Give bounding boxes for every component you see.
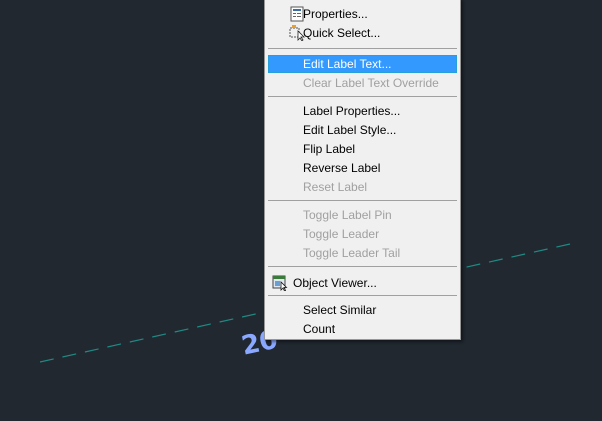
menu-item-label: Reset Label xyxy=(303,180,368,194)
menu-item-label: Toggle Label Pin xyxy=(303,208,392,222)
menu-item-label-properties[interactable]: Label Properties... xyxy=(268,102,457,120)
menu-item-object-viewer[interactable]: Object Viewer... xyxy=(268,274,457,292)
menu-item-select-similar[interactable]: Select Similar xyxy=(268,301,457,319)
menu-item-properties[interactable]: Properties... xyxy=(268,5,457,23)
menu-item-reset-label: Reset Label xyxy=(268,178,457,196)
menu-item-clear-label-text-override: Clear Label Text Override xyxy=(268,74,457,92)
menu-item-label: Toggle Leader Tail xyxy=(303,246,401,260)
menu-item-label: Object Viewer... xyxy=(293,276,377,290)
menu-item-toggle-label-pin: Toggle Label Pin xyxy=(268,206,457,224)
menu-item-label: Flip Label xyxy=(303,142,356,156)
menu-separator xyxy=(268,295,457,296)
menu-separator xyxy=(268,48,457,49)
menu-item-label: Edit Label Text... xyxy=(303,57,392,71)
menu-separator xyxy=(268,96,457,97)
menu-item-count[interactable]: Count xyxy=(268,320,457,338)
menu-item-reverse-label[interactable]: Reverse Label xyxy=(268,159,457,177)
menu-item-label: Toggle Leader xyxy=(303,227,380,241)
context-menu: Properties... Quick Select... Edit Label… xyxy=(264,0,461,340)
menu-item-quick-select[interactable]: Quick Select... xyxy=(268,24,457,42)
menu-item-edit-label-text[interactable]: Edit Label Text... xyxy=(268,55,457,73)
object-viewer-icon xyxy=(272,275,288,291)
menu-separator xyxy=(268,266,457,267)
menu-item-label: Label Properties... xyxy=(303,104,401,118)
menu-item-toggle-leader-tail: Toggle Leader Tail xyxy=(268,244,457,262)
menu-item-label: Clear Label Text Override xyxy=(303,76,439,90)
menu-item-label: Properties... xyxy=(303,7,368,21)
properties-icon xyxy=(290,6,304,22)
quick-select-icon xyxy=(289,25,305,41)
menu-separator xyxy=(268,200,457,201)
menu-item-label: Quick Select... xyxy=(303,26,381,40)
menu-item-edit-label-style[interactable]: Edit Label Style... xyxy=(268,121,457,139)
menu-item-toggle-leader: Toggle Leader xyxy=(268,225,457,243)
menu-item-label: Edit Label Style... xyxy=(303,123,397,137)
menu-item-label: Select Similar xyxy=(303,303,377,317)
menu-item-flip-label[interactable]: Flip Label xyxy=(268,140,457,158)
menu-item-label: Count xyxy=(303,322,336,336)
menu-item-label: Reverse Label xyxy=(303,161,381,175)
